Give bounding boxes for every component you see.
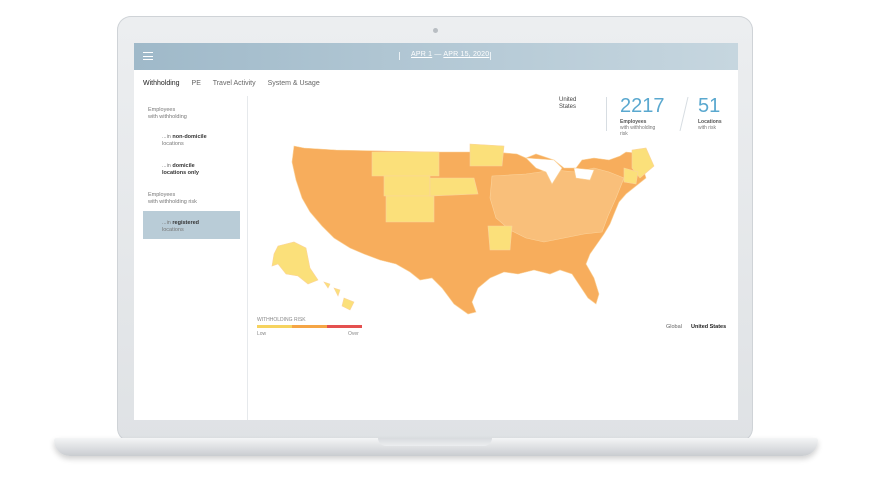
legend-over-segment — [327, 325, 362, 328]
tab-pe[interactable]: PE — [192, 80, 201, 87]
state-colorado-yellow — [385, 195, 435, 223]
locations-label-2: with risk — [698, 125, 717, 131]
laptop-notch — [378, 438, 492, 446]
state-arkansas-yellow — [487, 225, 513, 251]
date-range: APR 1 — APR 15, 2020 — [411, 51, 489, 58]
sidebar-line: with withholding — [148, 114, 187, 120]
legend-mid-segment — [292, 325, 327, 328]
sidebar-prefix: ...in — [162, 220, 173, 226]
sidebar-non-domicile[interactable]: ...in non-domicile locations — [162, 134, 207, 148]
camera-icon — [433, 28, 438, 33]
top-bar: APR 1 — APR 15, 2020 — [134, 43, 738, 70]
sidebar-prefix: ...in — [162, 163, 173, 169]
tab-bar: Withholding PE Travel Activity System & … — [143, 80, 330, 87]
summary-divider — [606, 97, 607, 131]
summary-country: United States — [559, 97, 576, 111]
sidebar-line: locations — [162, 141, 184, 147]
legend-low-label: Low — [257, 331, 267, 337]
state-wyoming-yellow — [383, 175, 431, 197]
tab-system-usage[interactable]: System & Usage — [268, 80, 320, 87]
sidebar-bold: domicile — [172, 163, 195, 169]
us-risk-map[interactable] — [264, 138, 704, 318]
date-tick-left — [399, 52, 400, 60]
date-end-link[interactable]: APR 15, 2020 — [443, 51, 489, 58]
employees-count: 2217 — [620, 95, 665, 117]
legend-title: WITHHOLDING RISK — [257, 317, 306, 323]
employees-label-3: risk — [620, 131, 628, 137]
locations-label: Locations with risk — [698, 119, 722, 131]
country-line: United — [559, 97, 577, 103]
state-north-dakota-yellow — [469, 143, 505, 167]
state-nebraska-yellow — [429, 177, 479, 197]
sidebar-line: locations only — [162, 170, 199, 176]
date-start-link[interactable]: APR 1 — [411, 51, 432, 58]
employees-label: Employees with withholding risk — [620, 119, 655, 137]
date-tick-right — [490, 52, 491, 60]
scope-united-states[interactable]: United States — [691, 324, 726, 330]
sidebar-line: with withholding risk — [148, 199, 197, 205]
scope-global[interactable]: Global — [666, 324, 682, 330]
sidebar-employees-with-withholding[interactable]: Employees with withholding — [148, 107, 187, 121]
country-line: States — [559, 104, 577, 110]
state-alaska-yellow — [271, 241, 319, 285]
state-montana-yellow — [371, 151, 440, 177]
legend-over-label: Over — [348, 331, 359, 337]
sidebar-employees-with-risk[interactable]: Employees with withholding risk — [148, 192, 197, 206]
sidebar-line: Employees — [148, 192, 176, 198]
tab-withholding[interactable]: Withholding — [143, 80, 180, 87]
date-separator: — — [432, 51, 444, 58]
sidebar-line: locations — [162, 227, 184, 233]
state-hawaii-yellow — [323, 281, 355, 311]
sidebar-line: Employees — [148, 107, 176, 113]
tab-travel-activity[interactable]: Travel Activity — [213, 80, 256, 87]
sidebar-bold: non-domicile — [172, 134, 207, 140]
legend-low-segment — [257, 325, 292, 328]
sidebar-bold: registered — [172, 220, 200, 226]
hamburger-icon[interactable] — [143, 52, 153, 60]
app-screen: APR 1 — APR 15, 2020 Withholding PE Trav… — [134, 43, 738, 420]
locations-count: 51 — [698, 95, 721, 117]
sidebar-prefix: ...in — [162, 134, 173, 140]
lake-michigan-shore — [573, 167, 595, 181]
sidebar-domicile[interactable]: ...in domicile locations only — [162, 163, 199, 177]
summary-slash — [679, 97, 689, 131]
sidebar-registered[interactable]: ...in registered locations — [162, 220, 199, 234]
